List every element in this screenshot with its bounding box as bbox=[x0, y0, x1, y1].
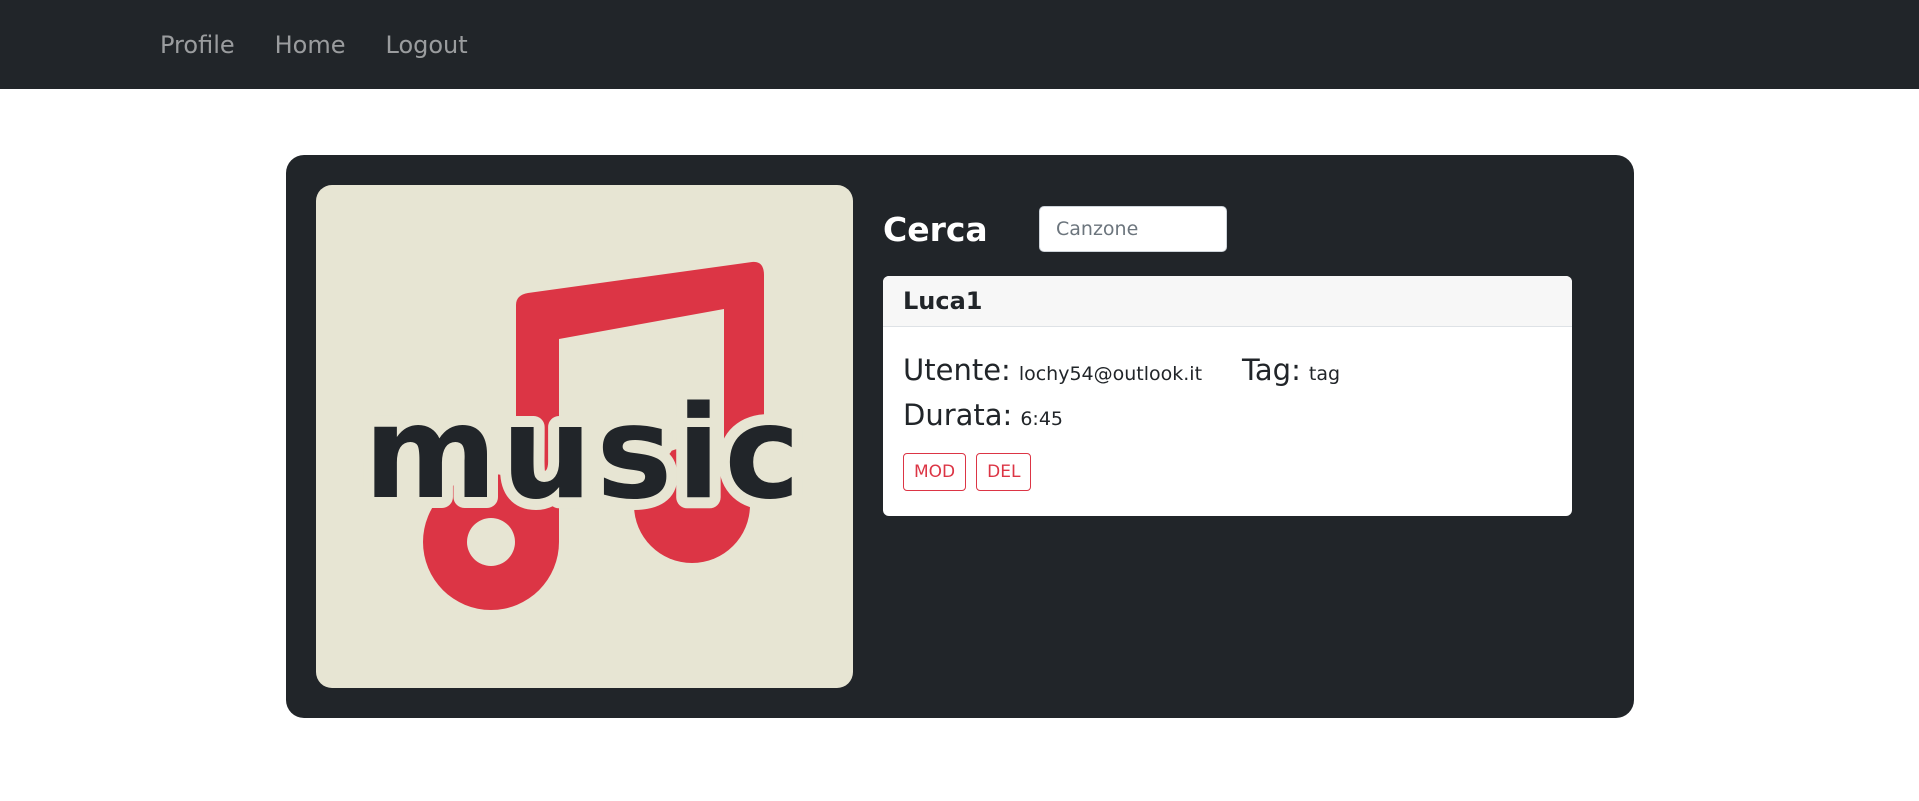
info-row-durata: Durata: 6:45 bbox=[903, 398, 1552, 443]
nav-profile-link[interactable]: Profile bbox=[160, 31, 235, 59]
utente-block: Utente: lochy54@outlook.it bbox=[903, 353, 1242, 387]
del-button[interactable]: DEL bbox=[976, 453, 1032, 491]
main-card: music music Cerca Luca1 Utente: lochy54@… bbox=[286, 155, 1634, 718]
info-row-utente-tag: Utente: lochy54@outlook.it Tag: tag bbox=[903, 353, 1552, 398]
nav-logout-link[interactable]: Logout bbox=[386, 31, 468, 59]
search-label: Cerca bbox=[883, 209, 988, 249]
song-card-body: Utente: lochy54@outlook.it Tag: tag Dura… bbox=[883, 327, 1572, 491]
song-card: Luca1 Utente: lochy54@outlook.it Tag: ta… bbox=[883, 276, 1572, 516]
music-logo: music music bbox=[353, 261, 811, 610]
top-navbar: Profile Home Logout bbox=[0, 0, 1919, 89]
utente-value: lochy54@outlook.it bbox=[1018, 363, 1203, 385]
action-buttons: MOD DEL bbox=[903, 453, 1552, 491]
search-input[interactable] bbox=[1039, 206, 1227, 252]
mod-button[interactable]: MOD bbox=[903, 453, 967, 491]
music-cover-image: music music bbox=[316, 185, 853, 688]
tag-label: Tag: bbox=[1242, 353, 1301, 387]
song-title: Luca1 bbox=[883, 276, 1572, 327]
utente-label: Utente: bbox=[903, 353, 1011, 387]
durata-label: Durata: bbox=[903, 398, 1013, 432]
nav-home-link[interactable]: Home bbox=[275, 31, 346, 59]
logo-text: music bbox=[364, 379, 804, 528]
durata-value: 6:45 bbox=[1020, 408, 1063, 430]
search-row: Cerca bbox=[883, 206, 1227, 252]
tag-value: tag bbox=[1308, 363, 1341, 385]
nav-links: Profile Home Logout bbox=[160, 31, 508, 59]
